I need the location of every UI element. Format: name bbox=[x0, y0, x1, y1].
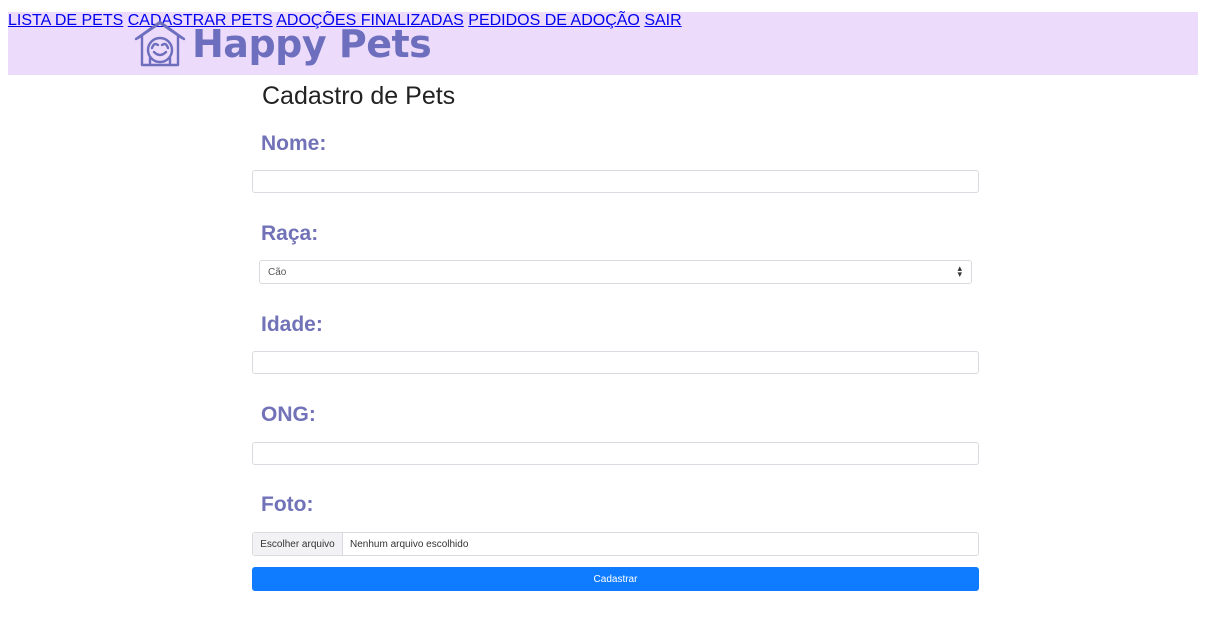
ong-input[interactable] bbox=[252, 442, 979, 465]
raca-label: Raça: bbox=[261, 222, 319, 245]
pet-house-icon bbox=[134, 20, 186, 66]
file-status-text: Nenhum arquivo escolhido bbox=[350, 539, 469, 550]
ong-label: ONG: bbox=[261, 403, 316, 426]
nav-lista-de-pets[interactable]: LISTA DE PETS bbox=[8, 12, 123, 29]
cadastrar-button[interactable]: Cadastrar bbox=[252, 567, 979, 591]
top-navbar: Happy Pets LISTA DE PETS CADASTRAR PETS … bbox=[8, 12, 1198, 75]
nome-label: Nome: bbox=[261, 132, 327, 155]
foto-file-input[interactable]: Escolher arquivo Nenhum arquivo escolhid… bbox=[252, 532, 979, 556]
raca-select[interactable]: Cão ▴ ▾ bbox=[259, 260, 972, 284]
brand-name: Happy Pets bbox=[192, 21, 432, 66]
page-title: Cadastro de Pets bbox=[262, 82, 456, 110]
idade-label: Idade: bbox=[261, 313, 323, 336]
idade-input[interactable] bbox=[252, 351, 979, 374]
raca-selected-value: Cão bbox=[268, 267, 287, 278]
foto-label: Foto: bbox=[261, 493, 314, 516]
nav-pedidos-de-adocao[interactable]: PEDIDOS DE ADOÇÃO bbox=[468, 12, 640, 29]
choose-file-button[interactable]: Escolher arquivo bbox=[253, 533, 343, 555]
nav-sair[interactable]: SAIR bbox=[644, 12, 681, 29]
nome-input[interactable] bbox=[252, 170, 979, 193]
brand-logo[interactable]: Happy Pets bbox=[134, 12, 432, 75]
select-arrows-icon: ▴ ▾ bbox=[957, 263, 962, 279]
